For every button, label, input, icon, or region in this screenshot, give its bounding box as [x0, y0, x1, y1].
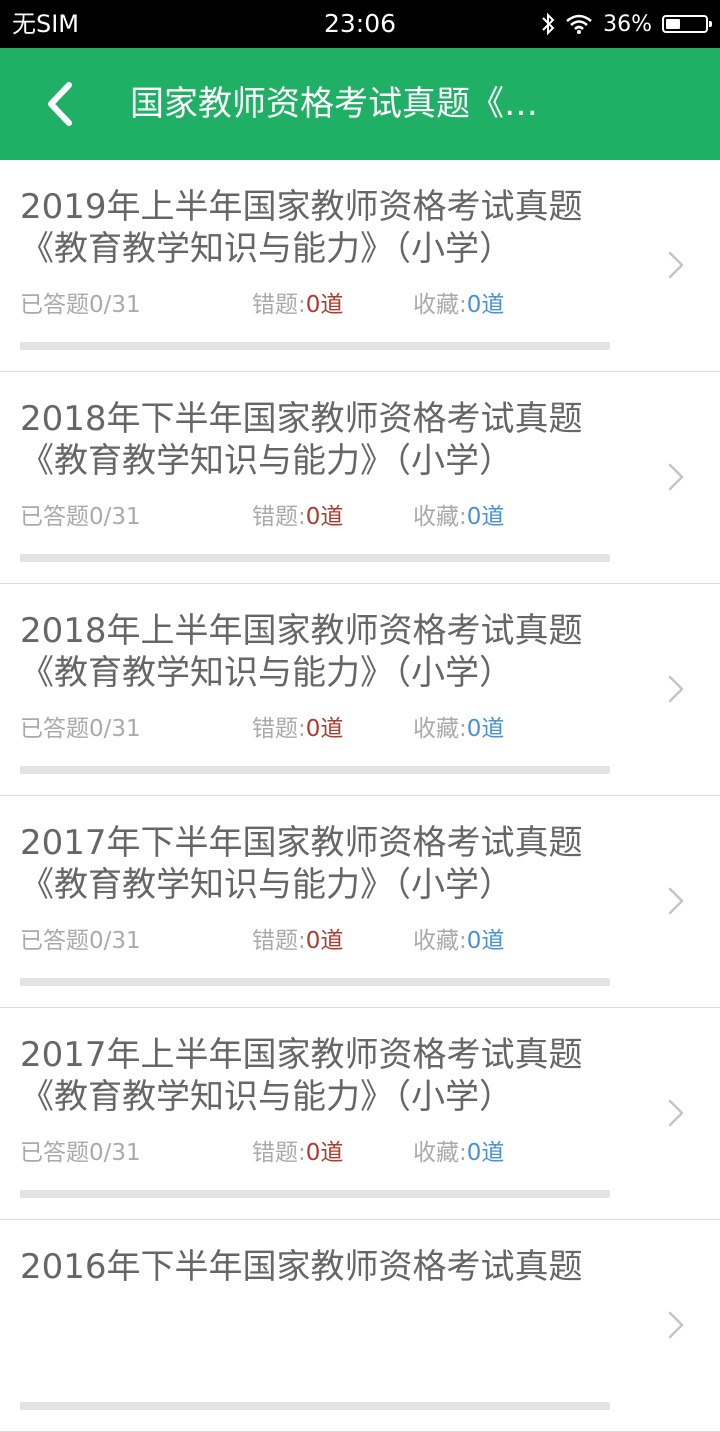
- chevron-right-icon: [668, 1099, 684, 1127]
- answered-label: 已答题: [20, 1140, 89, 1166]
- wrong-label: 错题:: [252, 292, 306, 318]
- wrong-value: 0道: [305, 504, 344, 530]
- favorites-label: 收藏:: [413, 504, 467, 530]
- answered-value: 0/31: [89, 716, 141, 742]
- favorites-value: 0道: [466, 292, 505, 318]
- chevron-right-icon: [668, 675, 684, 703]
- battery-icon: [662, 15, 712, 33]
- wifi-icon: [566, 14, 592, 34]
- exam-title: 2016年下半年国家教师资格考试真题: [20, 1247, 583, 1287]
- answered-count: 已答题0/31: [20, 1138, 141, 1168]
- page-title: 国家教师资格考试真题《…: [130, 84, 538, 124]
- exam-list-item[interactable]: 2019年上半年国家教师资格考试真题《教育教学知识与能力》（小学） 已答题0/3…: [0, 160, 720, 372]
- exam-title: 2018年上半年国家教师资格考试真题《教育教学知识与能力》（小学）: [20, 611, 583, 693]
- bluetooth-icon: [542, 12, 555, 36]
- exam-title: 2017年下半年国家教师资格考试真题《教育教学知识与能力》（小学）: [20, 823, 583, 905]
- nav-bar: 国家教师资格考试真题《…: [0, 48, 720, 160]
- wrong-label: 错题:: [252, 928, 306, 954]
- chevron-right-icon: [668, 1311, 684, 1339]
- exam-title: 2019年上半年国家教师资格考试真题《教育教学知识与能力》（小学）: [20, 187, 583, 269]
- answered-value: 0/31: [89, 1140, 141, 1166]
- progress-bar: [20, 1190, 610, 1198]
- answered-value: 0/31: [89, 504, 141, 530]
- progress-bar: [20, 342, 610, 350]
- wrong-value: 0道: [305, 1140, 344, 1166]
- exam-list-item[interactable]: 2018年下半年国家教师资格考试真题《教育教学知识与能力》（小学） 已答题0/3…: [0, 372, 720, 584]
- answered-count: 已答题0/31: [20, 290, 141, 320]
- progress-bar: [20, 978, 610, 986]
- wrong-count: 错题:0道: [252, 502, 343, 532]
- favorites-value: 0道: [466, 1140, 505, 1166]
- favorites-label: 收藏:: [413, 928, 467, 954]
- favorites-value: 0道: [466, 504, 505, 530]
- wrong-value: 0道: [305, 292, 344, 318]
- progress-bar: [20, 1402, 610, 1410]
- status-icons: 36%: [541, 9, 712, 39]
- exam-list-item[interactable]: 2017年上半年国家教师资格考试真题《教育教学知识与能力》（小学） 已答题0/3…: [0, 1008, 720, 1220]
- wrong-label: 错题:: [252, 504, 306, 530]
- favorites-label: 收藏:: [413, 292, 467, 318]
- answered-value: 0/31: [89, 928, 141, 954]
- battery-level: [666, 19, 680, 29]
- exam-list-item[interactable]: 2016年下半年国家教师资格考试真题 已答题 错题: 收藏:: [0, 1220, 720, 1432]
- exam-list: 2019年上半年国家教师资格考试真题《教育教学知识与能力》（小学） 已答题0/3…: [0, 160, 720, 1432]
- chevron-right-icon: [668, 887, 684, 915]
- progress-bar: [20, 766, 610, 774]
- favorites-count: 收藏:0道: [413, 502, 504, 532]
- wrong-label: 错题:: [252, 716, 306, 742]
- wrong-label: 错题:: [252, 1140, 306, 1166]
- exam-list-item[interactable]: 2018年上半年国家教师资格考试真题《教育教学知识与能力》（小学） 已答题0/3…: [0, 584, 720, 796]
- answered-label: 已答题: [20, 928, 89, 954]
- battery-percent: 36%: [603, 11, 652, 37]
- exam-title: 2017年上半年国家教师资格考试真题《教育教学知识与能力》（小学）: [20, 1035, 583, 1117]
- chevron-right-icon: [668, 463, 684, 491]
- favorites-count: 收藏:0道: [413, 1138, 504, 1168]
- answered-count: 已答题0/31: [20, 926, 141, 956]
- chevron-left-icon: [48, 82, 72, 126]
- back-button[interactable]: [28, 72, 92, 136]
- wrong-count: 错题:0道: [252, 290, 343, 320]
- wrong-value: 0道: [305, 716, 344, 742]
- answered-label: 已答题: [20, 716, 89, 742]
- answered-label: 已答题: [20, 504, 89, 530]
- favorites-count: 收藏:0道: [413, 290, 504, 320]
- wrong-count: 错题:0道: [252, 1138, 343, 1168]
- favorites-value: 0道: [466, 928, 505, 954]
- answered-label: 已答题: [20, 292, 89, 318]
- wrong-value: 0道: [305, 928, 344, 954]
- wrong-count: 错题:0道: [252, 926, 343, 956]
- answered-value: 0/31: [89, 292, 141, 318]
- progress-bar: [20, 554, 610, 562]
- favorites-label: 收藏:: [413, 716, 467, 742]
- answered-count: 已答题0/31: [20, 502, 141, 532]
- answered-count: 已答题0/31: [20, 714, 141, 744]
- wrong-count: 错题:0道: [252, 714, 343, 744]
- favorites-label: 收藏:: [413, 1140, 467, 1166]
- exam-list-item[interactable]: 2017年下半年国家教师资格考试真题《教育教学知识与能力》（小学） 已答题0/3…: [0, 796, 720, 1008]
- chevron-right-icon: [668, 251, 684, 279]
- status-bar: 无SIM 23:06 36%: [0, 0, 720, 48]
- favorites-count: 收藏:0道: [413, 714, 504, 744]
- favorites-value: 0道: [466, 716, 505, 742]
- exam-title: 2018年下半年国家教师资格考试真题《教育教学知识与能力》（小学）: [20, 399, 583, 481]
- favorites-count: 收藏:0道: [413, 926, 504, 956]
